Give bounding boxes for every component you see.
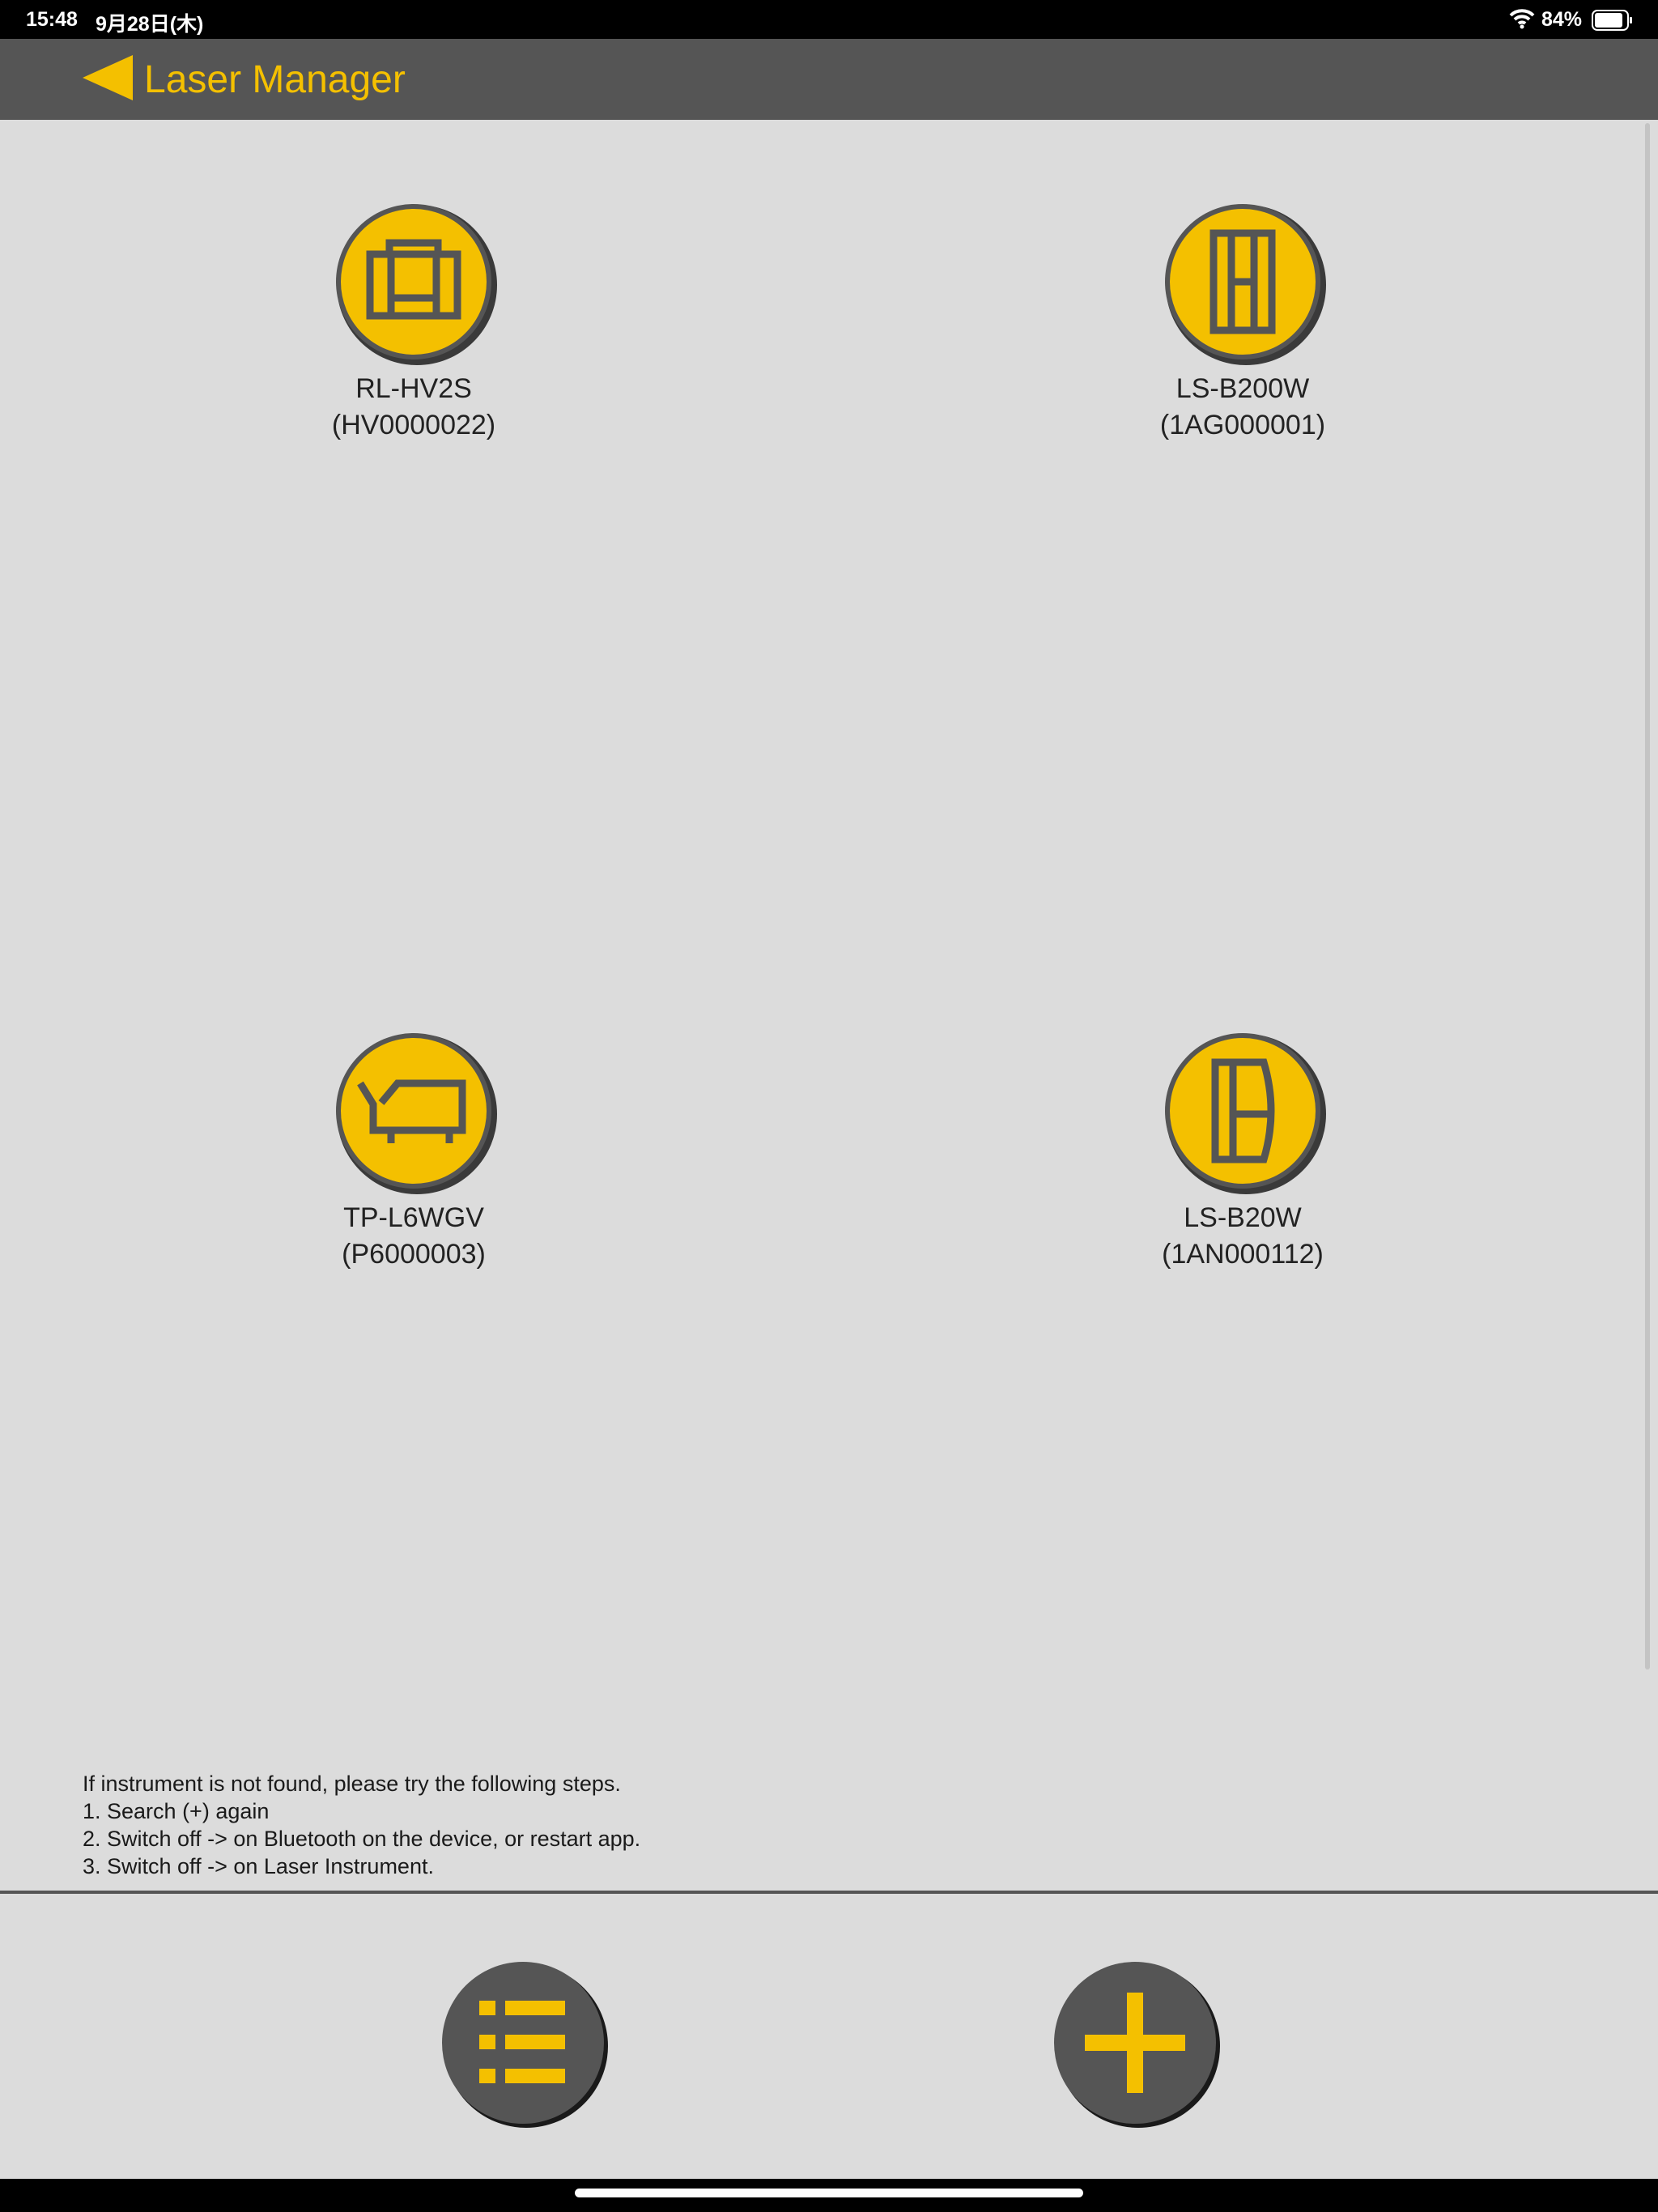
add-button[interactable]	[1052, 1960, 1222, 2130]
device-label: TP-L6WGV (P6000003)	[244, 1200, 584, 1273]
device-model: RL-HV2S	[355, 373, 472, 404]
bottom-toolbar	[0, 1894, 1658, 2179]
device-model: TP-L6WGV	[343, 1202, 484, 1233]
device-item[interactable]: TP-L6WGV (P6000003)	[244, 1030, 584, 1297]
list-button[interactable]	[440, 1960, 610, 2130]
back-arrow-icon	[81, 53, 134, 106]
device-serial: (1AN000112)	[1162, 1239, 1324, 1270]
help-step: 1. Search (+) again	[83, 1799, 270, 1823]
pipe-laser-icon	[333, 1030, 497, 1194]
nav-title: Laser Manager	[144, 57, 406, 101]
scroll-indicator[interactable]	[1645, 123, 1650, 1670]
rotating-laser-icon	[333, 201, 497, 365]
device-serial: (P6000003)	[342, 1239, 486, 1270]
device-label: RL-HV2S (HV0000022)	[244, 371, 584, 444]
laser-sensor-curved-icon	[1162, 1030, 1326, 1194]
battery-percent: 84%	[1541, 8, 1583, 31]
help-intro: If instrument is not found, please try t…	[83, 1772, 621, 1796]
device-label: LS-B20W (1AN000112)	[1073, 1200, 1413, 1273]
home-indicator-area	[0, 2179, 1658, 2212]
device-serial: (HV0000022)	[331, 410, 496, 440]
help-step: 2. Switch off -> on Bluetooth on the dev…	[83, 1827, 641, 1851]
battery-icon	[1592, 10, 1634, 36]
list-icon	[442, 1962, 608, 2128]
device-label: LS-B200W (1AG000001)	[1073, 371, 1413, 444]
status-bar: 15:48 9月28日(木) 84%	[0, 0, 1658, 39]
status-date: 9月28日(木)	[96, 13, 204, 36]
device-model: LS-B200W	[1175, 373, 1310, 404]
help-step: 3. Switch off -> on Laser Instrument.	[83, 1854, 434, 1878]
back-button[interactable]: Laser Manager	[81, 53, 406, 106]
device-model: LS-B20W	[1184, 1202, 1302, 1233]
device-serial: (1AG000001)	[1159, 410, 1326, 440]
status-time: 15:48	[26, 8, 78, 31]
navigation-bar: Laser Manager	[0, 39, 1658, 120]
device-item[interactable]: RL-HV2S (HV0000022)	[244, 201, 584, 468]
laser-sensor-icon	[1162, 201, 1326, 365]
device-item[interactable]: LS-B20W (1AN000112)	[1073, 1030, 1413, 1297]
help-text: If instrument is not found, please try t…	[83, 1770, 640, 1880]
wifi-icon	[1509, 8, 1535, 35]
home-indicator[interactable]	[575, 2189, 1083, 2197]
device-item[interactable]: LS-B200W (1AG000001)	[1073, 201, 1413, 468]
plus-icon	[1054, 1962, 1220, 2128]
